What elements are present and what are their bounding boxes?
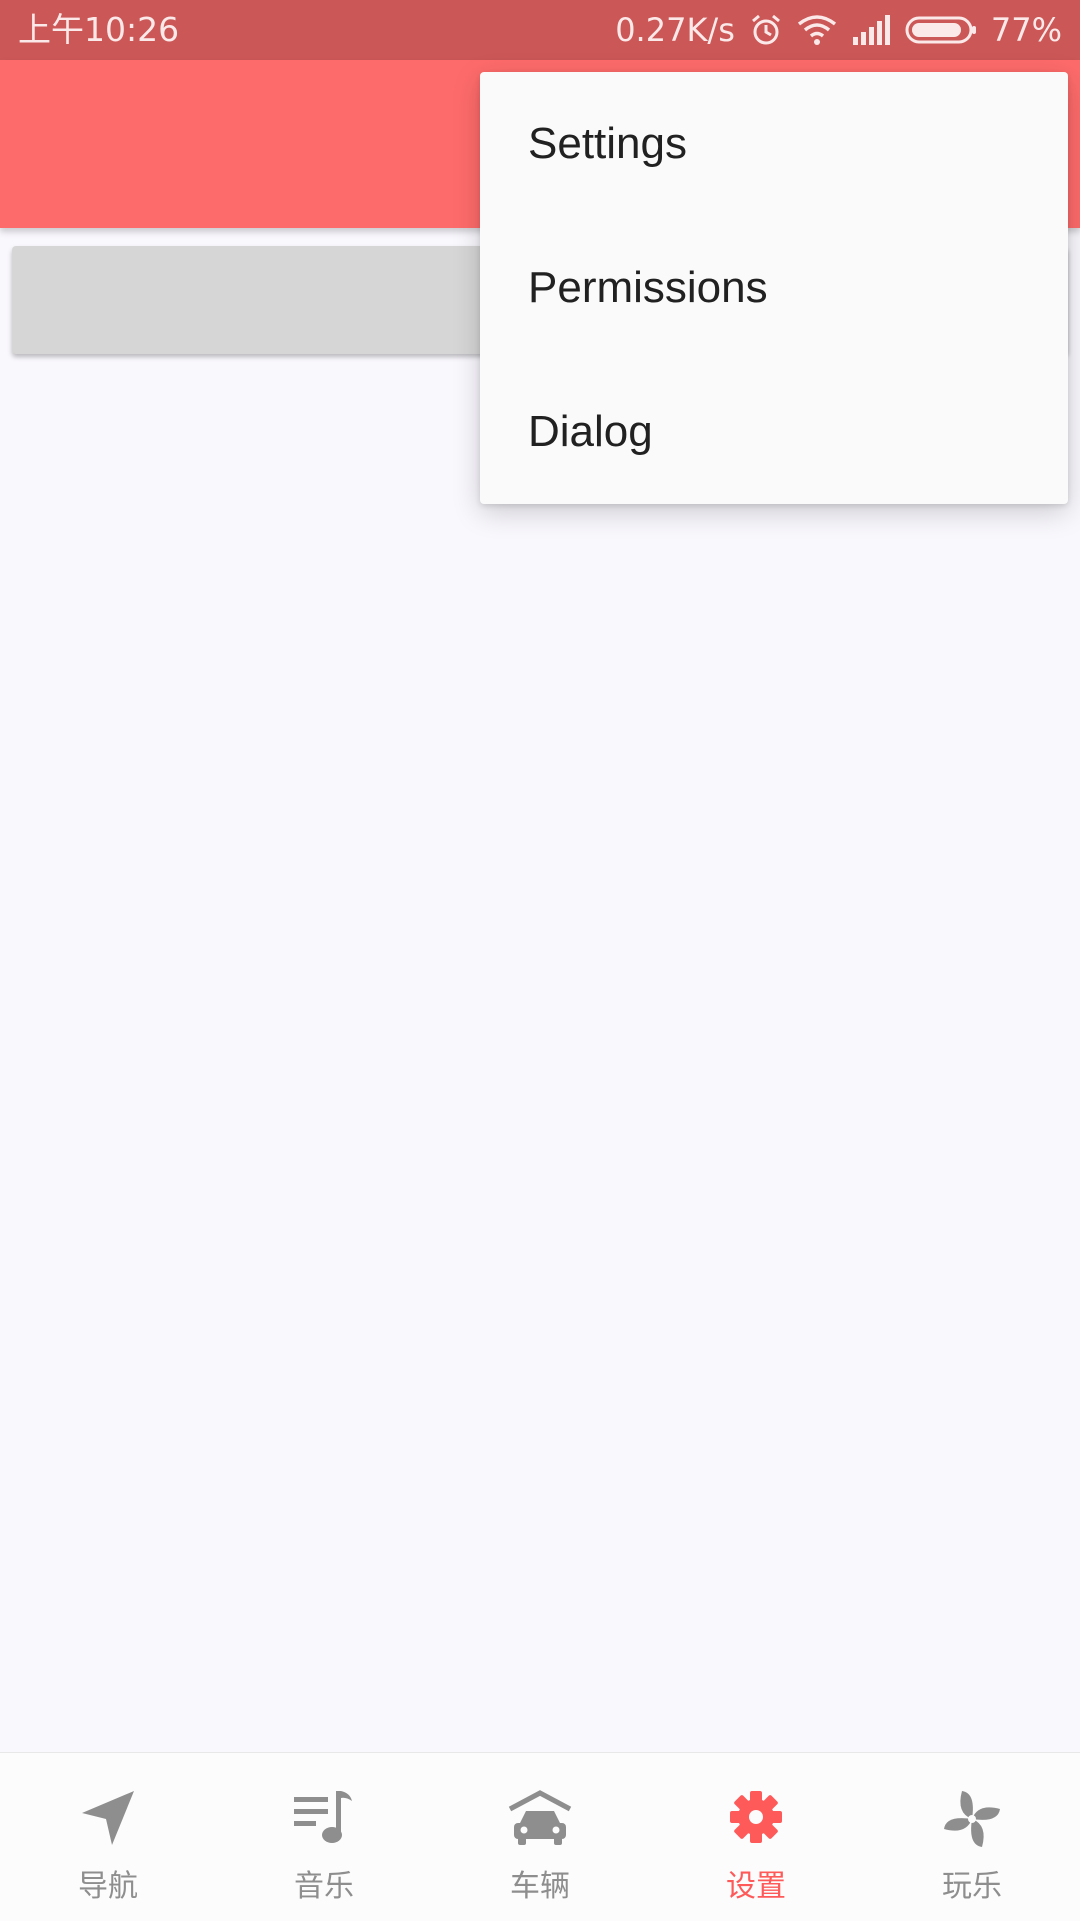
signal-icon	[851, 15, 891, 45]
navigation-arrow-icon	[72, 1783, 144, 1855]
status-bar: 上午10:26 0.27K/s 77%	[0, 0, 1080, 60]
alarm-icon	[749, 13, 783, 47]
status-time: 上午10:26	[18, 10, 180, 49]
nav-item-navigation[interactable]: 导航	[0, 1753, 216, 1921]
menu-item-dialog[interactable]: Dialog	[480, 360, 1068, 504]
menu-item-settings[interactable]: Settings	[480, 72, 1068, 216]
bottom-navigation: 导航 音乐 车辆 设置 玩乐	[0, 1752, 1080, 1921]
nav-label: 设置	[726, 1869, 786, 1904]
nav-item-music[interactable]: 音乐	[216, 1753, 432, 1921]
battery-percent: 77%	[990, 11, 1062, 49]
nav-item-play[interactable]: 玩乐	[864, 1753, 1080, 1921]
network-speed: 0.27K/s	[615, 11, 735, 49]
overflow-menu: Settings Permissions Dialog	[480, 72, 1068, 504]
car-icon	[504, 1783, 576, 1855]
nav-label: 车辆	[510, 1869, 570, 1904]
status-right: 0.27K/s 77%	[615, 10, 1062, 50]
music-list-icon	[288, 1783, 360, 1855]
wifi-icon	[797, 14, 837, 46]
nav-item-settings[interactable]: 设置	[648, 1753, 864, 1921]
menu-item-permissions[interactable]: Permissions	[480, 216, 1068, 360]
nav-label: 音乐	[294, 1869, 354, 1904]
battery-icon	[905, 15, 977, 45]
gear-icon	[720, 1783, 792, 1855]
pinwheel-icon	[936, 1783, 1008, 1855]
nav-label: 导航	[78, 1869, 138, 1904]
nav-item-vehicle[interactable]: 车辆	[432, 1753, 648, 1921]
nav-label: 玩乐	[942, 1869, 1002, 1904]
